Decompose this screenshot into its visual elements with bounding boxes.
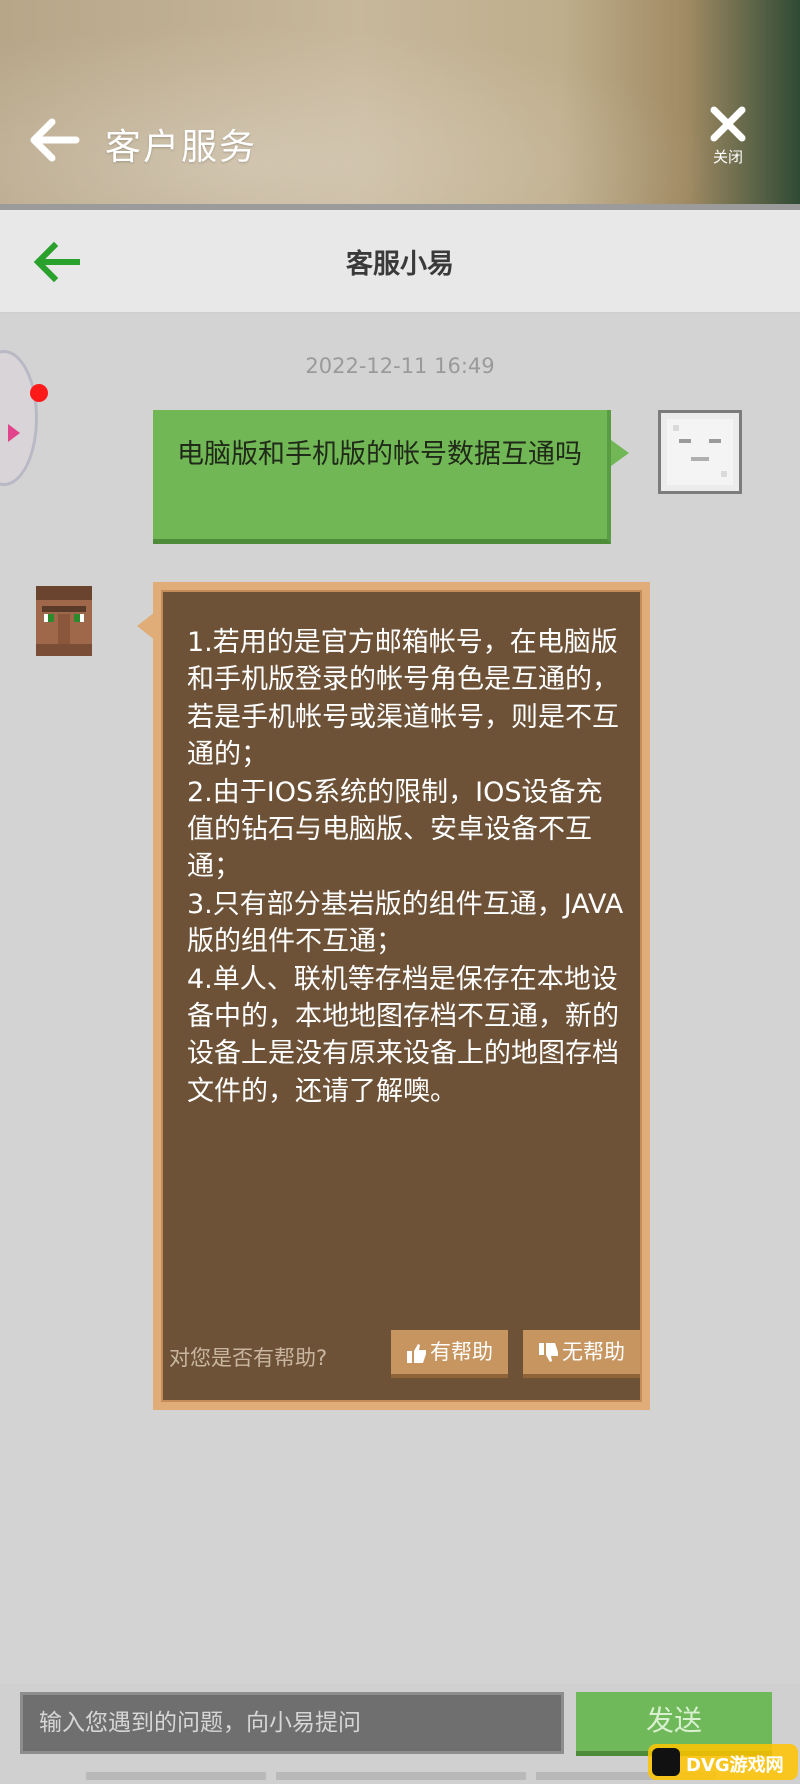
user-message-bubble: 电脑版和手机版的帐号数据互通吗 — [153, 410, 629, 544]
bot-avatar[interactable] — [36, 586, 92, 656]
watermark-text: DVG游戏网 — [686, 1755, 784, 1776]
close-icon — [710, 106, 746, 142]
notification-dot — [30, 384, 48, 402]
bubble-tail — [611, 440, 629, 466]
helpful-label: 有帮助 — [430, 1340, 493, 1364]
bot-message-bubble: 1.若用的是官方邮箱帐号，在电脑版和手机版登录的帐号角色是互通的，若是手机帐号或… — [137, 582, 650, 1410]
message-timestamp: 2022-12-11 16:49 — [305, 354, 495, 378]
expand-arrow-icon[interactable] — [8, 424, 20, 442]
not-helpful-button[interactable]: 无帮助 — [523, 1330, 640, 1378]
header-background — [0, 0, 800, 204]
close-label: 关闭 — [712, 148, 743, 166]
chat-header: 客服小易 — [0, 210, 800, 314]
thumbs-up-icon — [407, 1344, 426, 1363]
close-button[interactable]: 关闭 — [700, 104, 756, 176]
bot-answer-line: 4.单人、联机等存档是保存在本地设备中的，本地地图存档不互通，新的设备上是没有原… — [187, 963, 619, 1107]
not-helpful-label: 无帮助 — [562, 1340, 625, 1364]
bubble-tail — [137, 612, 155, 640]
outer-title: 客户服务 — [105, 127, 258, 168]
villager-face-icon — [36, 586, 92, 656]
back-arrow-icon — [30, 118, 80, 162]
user-avatar[interactable] — [658, 410, 742, 494]
bottom-strip — [86, 1772, 266, 1780]
watermark: DVG游戏网 — [648, 1744, 798, 1780]
outer-back-button[interactable] — [28, 118, 80, 162]
watermark-logo-icon — [652, 1748, 680, 1776]
bottom-strip — [276, 1772, 526, 1780]
user-message-text: 电脑版和手机版的帐号数据互通吗 — [177, 439, 582, 470]
question-input[interactable] — [20, 1692, 564, 1754]
chat-area[interactable]: 2022-12-11 16:49 电脑版和手机版的帐号数据互通吗 1.若用的是官… — [0, 314, 800, 1684]
avatar-face-icon — [667, 419, 733, 485]
outer-header: 客户服务 关闭 — [0, 0, 800, 210]
bot-message-text: 1.若用的是官方邮箱帐号，在电脑版和手机版登录的帐号角色是互通的，若是手机帐号或… — [187, 624, 627, 1110]
chat-title: 客服小易 — [346, 249, 454, 280]
bot-answer-line: 2.由于IOS系统的限制，IOS设备充值的钻石与电脑版、安卓设备不互通； — [187, 776, 603, 883]
bot-answer-line: 3.只有部分基岩版的组件互通，JAVA版的组件不互通； — [187, 888, 624, 958]
feedback-row: 对您是否有帮助? 有帮助 无帮助 — [169, 1328, 640, 1384]
bot-answer-line: 1.若用的是官方邮箱帐号，在电脑版和手机版登录的帐号角色是互通的，若是手机帐号或… — [187, 627, 619, 771]
feedback-question: 对您是否有帮助? — [169, 1346, 328, 1370]
thumbs-down-icon — [539, 1343, 558, 1362]
helpful-button[interactable]: 有帮助 — [391, 1330, 508, 1378]
